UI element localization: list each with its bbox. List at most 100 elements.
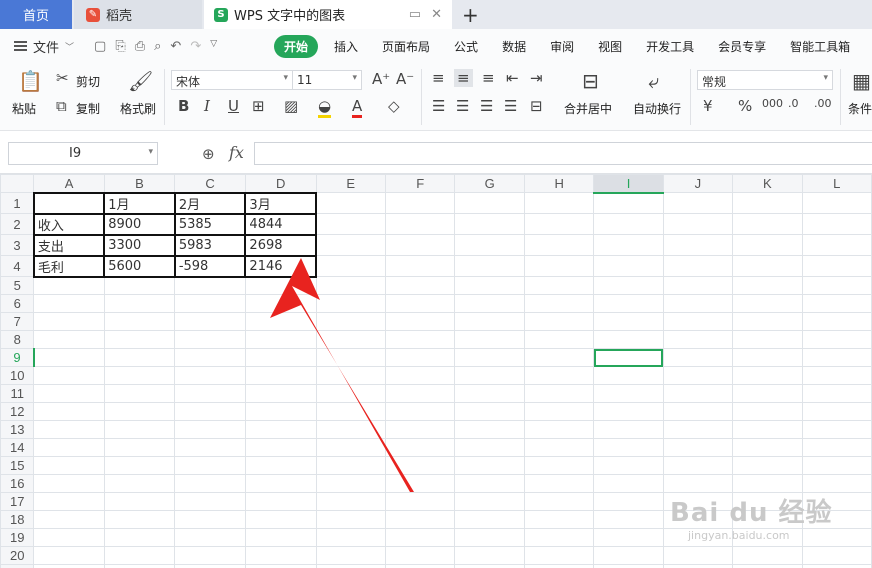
cell-k14[interactable] — [732, 438, 803, 457]
paste-icon[interactable]: 📋 — [18, 69, 43, 93]
cell-d5[interactable] — [244, 276, 317, 295]
cell-l4[interactable] — [801, 255, 872, 277]
cell-k2[interactable] — [732, 213, 803, 235]
column-header-i[interactable]: I — [593, 174, 664, 194]
cell-c17[interactable] — [174, 492, 246, 511]
cell-l12[interactable] — [801, 402, 872, 421]
cell-e11[interactable] — [315, 384, 387, 403]
cell-j9[interactable] — [662, 348, 734, 367]
row-header[interactable]: 19 — [0, 528, 35, 547]
cell-e6[interactable] — [315, 294, 387, 313]
cell-g3[interactable] — [454, 234, 525, 256]
align-middle-icon[interactable]: ≡ — [454, 69, 473, 87]
cell-e5[interactable] — [315, 276, 387, 295]
format-painter-button[interactable]: 格式刷 — [120, 100, 156, 117]
cell-h11[interactable] — [523, 384, 595, 403]
cell-c2[interactable]: 5385 — [173, 212, 247, 236]
cell-g10[interactable] — [454, 366, 525, 385]
cell-a10[interactable] — [33, 366, 105, 385]
cell-l7[interactable] — [801, 312, 872, 331]
cell-g6[interactable] — [454, 294, 525, 313]
wrap-text-button[interactable]: 自动换行 — [633, 100, 681, 117]
cell-g20[interactable] — [454, 546, 525, 565]
cell-k9[interactable] — [732, 348, 803, 367]
cell-j1[interactable] — [662, 192, 734, 214]
cell-c8[interactable] — [174, 330, 246, 349]
cell-b7[interactable] — [103, 312, 176, 331]
cell-d14[interactable] — [244, 438, 317, 457]
cell-e1[interactable] — [315, 192, 387, 214]
menu-insert[interactable]: 插入 — [334, 38, 358, 55]
cell-l1[interactable] — [801, 192, 872, 214]
scissors-icon[interactable]: ✂ — [56, 69, 69, 87]
cell-j20[interactable] — [662, 546, 734, 565]
cell-i11[interactable] — [593, 384, 664, 403]
align-top-icon[interactable]: ≡ — [432, 69, 445, 87]
cell-e13[interactable] — [315, 420, 387, 439]
cell-h17[interactable] — [523, 492, 595, 511]
column-header-c[interactable]: C — [174, 174, 246, 193]
row-header[interactable]: 13 — [0, 420, 35, 439]
cell-j14[interactable] — [662, 438, 734, 457]
column-header-b[interactable]: B — [103, 174, 176, 193]
cell-g2[interactable] — [454, 213, 525, 235]
cell-k11[interactable] — [732, 384, 803, 403]
cell-b2[interactable]: 8900 — [103, 212, 176, 236]
cell-h1[interactable] — [523, 192, 595, 214]
cell-a4[interactable]: 毛利 — [32, 254, 106, 278]
cell-a3[interactable]: 支出 — [32, 233, 106, 257]
cell-d18[interactable] — [244, 510, 317, 529]
cell-k12[interactable] — [732, 402, 803, 421]
font-color-icon[interactable]: A — [352, 97, 363, 118]
cell-c3[interactable]: 5983 — [173, 233, 247, 257]
cell-j5[interactable] — [662, 276, 734, 295]
cell-h7[interactable] — [523, 312, 595, 331]
cell-a12[interactable] — [33, 402, 105, 421]
cell-f9[interactable] — [384, 348, 456, 367]
cell-a15[interactable] — [33, 456, 105, 475]
cell-h18[interactable] — [523, 510, 595, 529]
menu-start[interactable]: 开始 — [274, 34, 319, 58]
cell-h3[interactable] — [523, 234, 595, 256]
row-header[interactable]: 6 — [0, 294, 35, 313]
cell-g15[interactable] — [454, 456, 525, 475]
close-tab-icon[interactable]: ✕ — [431, 7, 442, 22]
cell-a20[interactable] — [33, 546, 105, 565]
copy-button[interactable]: 复制 — [76, 100, 100, 117]
cell-l16[interactable] — [801, 474, 872, 493]
bold-icon[interactable]: B — [178, 97, 189, 115]
cell-i17[interactable] — [593, 492, 664, 511]
cell-i19[interactable] — [593, 528, 664, 547]
cell-h21[interactable] — [523, 564, 595, 568]
zoom-icon[interactable]: ⊕ — [202, 145, 215, 163]
cell-h13[interactable] — [523, 420, 595, 439]
font-size-select[interactable]: 11 ▾ — [292, 70, 362, 90]
cell-e16[interactable] — [315, 474, 387, 493]
cell-i1[interactable] — [593, 192, 664, 214]
align-bottom-icon[interactable]: ≡ — [482, 69, 495, 87]
menu-data[interactable]: 数据 — [502, 38, 526, 55]
cell-e10[interactable] — [315, 366, 387, 385]
cell-f20[interactable] — [384, 546, 456, 565]
cell-i14[interactable] — [593, 438, 664, 457]
cell-d7[interactable] — [244, 312, 317, 331]
cell-e12[interactable] — [315, 402, 387, 421]
cell-b8[interactable] — [103, 330, 176, 349]
cell-d17[interactable] — [244, 492, 317, 511]
row-header[interactable]: 16 — [0, 474, 35, 493]
row-header[interactable]: 11 — [0, 384, 35, 403]
cell-b6[interactable] — [103, 294, 176, 313]
cell-i18[interactable] — [593, 510, 664, 529]
cell-g13[interactable] — [454, 420, 525, 439]
cell-c9[interactable] — [174, 348, 246, 367]
cell-f10[interactable] — [384, 366, 456, 385]
align-left-icon[interactable]: ☰ — [432, 97, 445, 115]
cell-h2[interactable] — [523, 213, 595, 235]
row-header[interactable]: 14 — [0, 438, 35, 457]
cell-d15[interactable] — [244, 456, 317, 475]
cell-f5[interactable] — [384, 276, 456, 295]
more-icon[interactable]: ▽ — [210, 39, 217, 54]
column-header-d[interactable]: D — [244, 174, 317, 193]
cell-j10[interactable] — [662, 366, 734, 385]
cell-f17[interactable] — [384, 492, 456, 511]
